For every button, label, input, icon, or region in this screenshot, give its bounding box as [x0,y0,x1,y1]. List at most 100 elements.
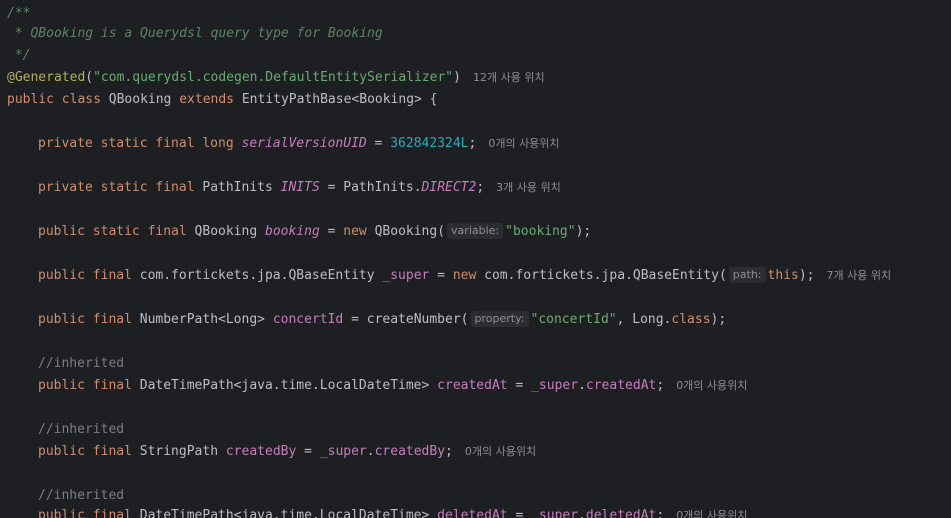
created-by-type: StringPath [139,444,219,459]
concert-end: ); [710,312,727,327]
super-field-name: _super [382,268,430,283]
created-at-semicolon: ; [656,378,665,393]
inits-assign: = PathInits. [319,180,422,195]
serial-value: 362842324L [390,136,469,151]
code-line-inherited-3: //inherited [0,485,124,507]
created-by-usage-hint[interactable]: 0개의 사용위치 [465,445,536,458]
code-line-3: */ [0,45,31,67]
code-line-inherited-1: //inherited [0,353,124,375]
inits-usage-hint[interactable]: 3개 사용 위치 [496,181,561,194]
doc-comment-open: /** [7,6,31,21]
deleted-at-semicolon: ; [656,508,665,518]
booking-type: QBooking [194,224,258,239]
created-at-equals: = [507,378,532,393]
booking-constructor: QBooking( [374,224,446,239]
concert-class-keyword: class [671,312,711,327]
code-line-2: * QBooking is a Querydsl query type for … [0,23,383,45]
super-end: ); [798,268,815,283]
doc-comment-close: */ [7,48,31,63]
super-modifiers: public final [38,268,132,283]
booking-field-name: booking [265,224,320,239]
code-line-5: public class QBooking extends EntityPath… [0,89,438,111]
code-line-inits: private static final PathInits INITS = P… [0,177,561,199]
inits-modifiers: private static final [38,180,195,195]
extends-keyword: extends [179,92,235,107]
super-new-keyword: new [452,268,477,283]
super-argument: this [767,268,799,283]
generated-annotation: @Generated [7,70,86,85]
concert-argument: "concertId" [530,312,617,327]
code-line-serial: private static final long serialVersionU… [0,133,560,155]
code-line-inherited-2: //inherited [0,419,124,441]
booking-equals: = [319,224,344,239]
class-public-keyword: public [7,92,54,107]
code-line-created-at: public final DateTimePath<java.time.Loca… [0,375,747,397]
serial-equals: = [366,136,391,151]
booking-end: ); [575,224,592,239]
inherited-comment: //inherited [38,422,125,437]
code-line-4: @Generated("com.querydsl.codegen.Default… [0,67,545,89]
created-by-super-ref: _super [319,444,367,459]
super-equals: = [429,268,453,283]
created-at-type: DateTimePath<java.time.LocalDateTime> [139,378,430,393]
code-line-booking: public static final QBooking booking = n… [0,221,591,243]
concert-type: NumberPath<Long> [139,312,265,327]
annotation-paren-open: ( [85,70,94,85]
inits-semicolon: ; [476,180,485,195]
concert-modifiers: public final [38,312,132,327]
inherited-comment: //inherited [38,356,125,371]
created-by-field-name: createdBy [225,444,297,459]
deleted-at-ref-field: deletedAt [585,508,657,518]
created-at-dot: . [578,378,586,393]
deleted-at-modifiers: public final [38,508,132,518]
code-line-1: /** [0,3,30,25]
concert-mid: , Long. [616,312,672,327]
booking-argument: "booking" [505,224,576,239]
deleted-at-equals: = [507,508,532,518]
created-at-super-ref: _super [531,378,579,393]
booking-new-keyword: new [343,224,367,239]
inits-type: PathInits [202,180,273,195]
deleted-at-usage-hint[interactable]: 0개의 사용위치 [676,509,747,518]
code-line-deleted-at: public final DateTimePath<java.time.Loca… [0,505,747,518]
created-at-usage-hint[interactable]: 0개의 사용위치 [676,379,747,392]
booking-param-hint: variable: [447,223,504,239]
booking-modifiers: public static final [38,224,187,239]
created-at-modifiers: public final [38,378,132,393]
deleted-at-field-name: deletedAt [437,508,508,518]
class-keyword: class [61,92,101,107]
annotation-usage-hint[interactable]: 12개 사용 위치 [473,71,545,84]
inits-field-name: INITS [280,180,320,195]
deleted-at-dot: . [578,508,586,518]
annotation-argument: "com.querydsl.codegen.DefaultEntitySeria… [93,70,454,85]
created-by-dot: . [366,444,375,459]
serial-usage-hint[interactable]: 0개의 사용위치 [488,137,559,150]
super-param-hint: path: [728,267,766,283]
created-by-semicolon: ; [445,444,453,459]
deleted-at-type: DateTimePath<java.time.LocalDateTime> [139,508,430,518]
code-line-super: public final com.fortickets.jpa.QBaseEnt… [0,265,891,287]
created-by-modifiers: public final [38,444,132,459]
inits-value: DIRECT2 [421,180,477,195]
serial-modifiers: private static final long [38,136,234,151]
created-by-equals: = [296,444,320,459]
super-type: com.fortickets.jpa.QBaseEntity [139,268,375,283]
class-name: QBooking [108,92,172,107]
concert-assign: = createNumber( [343,312,469,327]
serial-field-name: serialVersionUID [241,136,367,151]
created-at-field-name: createdAt [437,378,508,393]
super-usage-hint[interactable]: 7개 사용 위치 [826,269,891,282]
concert-field-name: concertId [272,312,344,327]
serial-semicolon: ; [468,136,477,151]
annotation-paren-close: ) [453,70,461,85]
created-at-ref-field: createdAt [585,378,657,393]
super-constructor: com.fortickets.jpa.QBaseEntity( [484,268,727,283]
code-editor[interactable]: /** * QBooking is a Querydsl query type … [0,0,951,518]
doc-comment-body: * QBooking is a Querydsl query type for … [7,26,383,41]
created-by-ref-field: createdBy [374,444,446,459]
superclass-type: EntityPathBase<Booking> { [241,92,438,107]
deleted-at-super-ref: _super [531,508,579,518]
concert-param-hint: property: [470,311,529,327]
code-line-concert: public final NumberPath<Long> concertId … [0,309,726,331]
inherited-comment: //inherited [38,488,125,503]
